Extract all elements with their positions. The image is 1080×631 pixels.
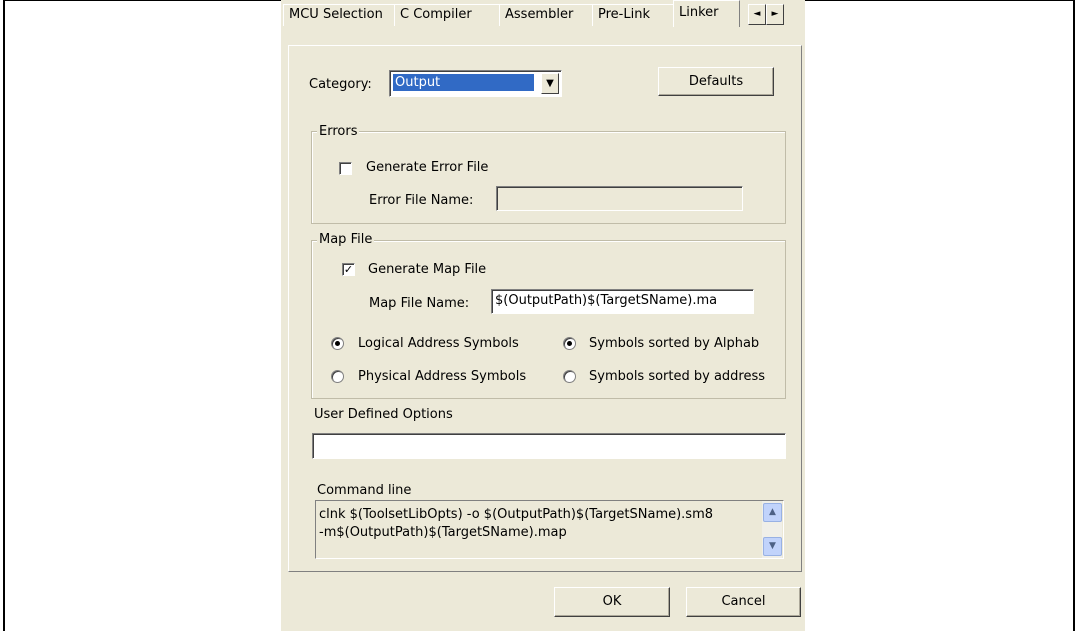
tab-c-compiler[interactable]: C Compiler — [394, 4, 505, 26]
command-line-box: clnk $(ToolsetLibOpts) -o $(OutputPath)$… — [315, 500, 784, 559]
map-file-group-title: Map File — [317, 232, 375, 247]
tab-assembler[interactable]: Assembler — [499, 4, 598, 26]
tab-mcu-selection[interactable]: MCU Selection — [283, 4, 400, 26]
generate-error-file-label: Generate Error File — [366, 160, 489, 175]
category-select[interactable]: Output ▼ — [389, 70, 562, 97]
error-file-name-label: Error File Name: — [369, 193, 474, 208]
generate-error-file-checkbox[interactable] — [339, 162, 352, 175]
physical-address-symbols-label: Physical Address Symbols — [358, 369, 527, 384]
category-label: Category: — [309, 77, 372, 92]
logical-address-symbols-radio[interactable] — [331, 337, 344, 350]
map-file-name-label: Map File Name: — [369, 296, 470, 311]
ok-button[interactable]: OK — [554, 587, 670, 617]
symbols-sorted-alphabetical-label: Symbols sorted by Alphab — [589, 336, 760, 351]
command-line-text-line-1: clnk $(ToolsetLibOpts) -o $(OutputPath)$… — [319, 507, 714, 522]
logical-address-symbols-label: Logical Address Symbols — [358, 336, 519, 351]
command-line-label: Command line — [317, 483, 412, 498]
cancel-button[interactable]: Cancel — [686, 587, 801, 617]
user-defined-options-label: User Defined Options — [314, 407, 453, 422]
figure-frame-right — [1073, 0, 1075, 631]
chevron-down-icon[interactable]: ▼ — [541, 73, 559, 94]
tab-scroll-left-icon[interactable]: ◄ — [748, 4, 766, 25]
tab-linker[interactable]: Linker — [673, 0, 740, 27]
scroll-up-icon[interactable]: ▲ — [763, 503, 782, 522]
physical-address-symbols-radio[interactable] — [331, 370, 344, 383]
map-file-name-field[interactable]: $(OutputPath)$(TargetSName).ma — [491, 289, 754, 314]
scroll-down-icon[interactable]: ▼ — [763, 537, 782, 556]
category-selected-value: Output — [393, 74, 534, 91]
generate-map-file-checkbox[interactable]: ✓ — [342, 263, 355, 276]
tab-scroll-right-icon[interactable]: ► — [766, 4, 784, 25]
user-defined-options-field[interactable] — [312, 433, 786, 459]
symbols-sorted-alphabetical-radio[interactable] — [563, 337, 576, 350]
symbols-sorted-by-address-radio[interactable] — [563, 370, 576, 383]
error-file-name-field — [496, 186, 743, 211]
errors-group-title: Errors — [317, 124, 360, 139]
tab-pre-link[interactable]: Pre-Link — [592, 4, 674, 26]
figure-frame-left — [3, 0, 5, 631]
generate-map-file-label: Generate Map File — [368, 262, 487, 277]
command-line-text-line-2: -m$(OutputPath)$(TargetSName).map — [319, 525, 567, 540]
command-line-scrollbar[interactable]: ▲ ▼ — [762, 501, 782, 558]
defaults-button[interactable]: Defaults — [658, 67, 774, 96]
symbols-sorted-by-address-label: Symbols sorted by address — [589, 369, 766, 384]
